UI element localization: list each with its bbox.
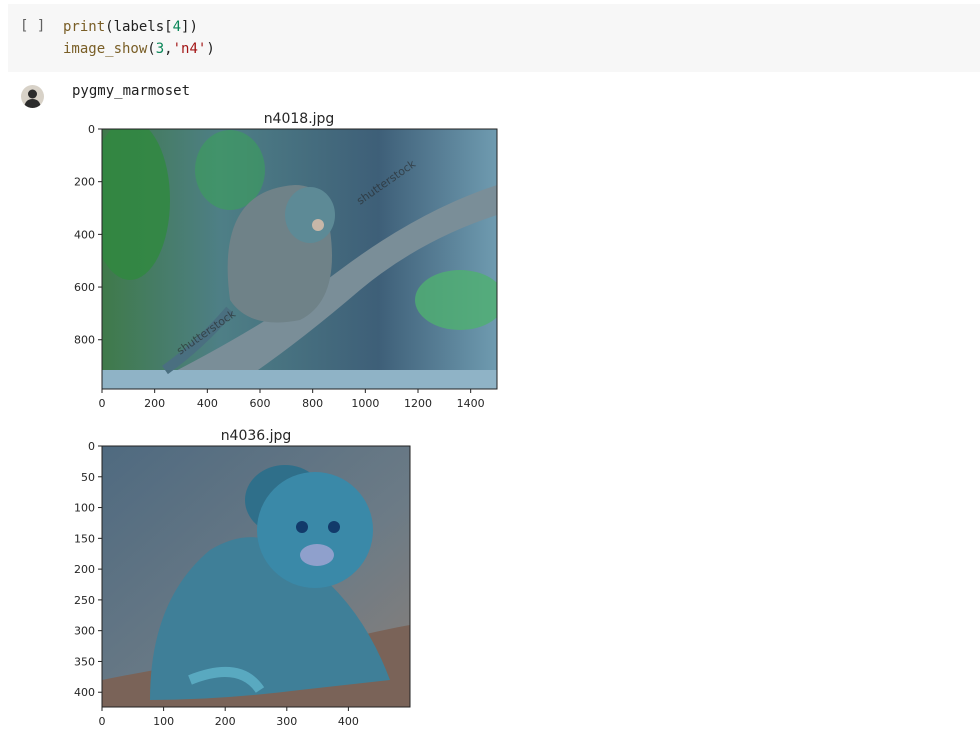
y-tick-label: 200 [74, 176, 95, 189]
y-tick-label: 400 [74, 686, 95, 699]
plot-title: n4018.jpg [264, 111, 335, 127]
x-tick-label: 600 [250, 397, 271, 410]
image-n4018: shutterstock shutterstock [102, 129, 497, 389]
x-tick-label: 200 [215, 715, 236, 728]
y-tick-label: 350 [74, 655, 95, 668]
y-tick-label: 50 [81, 471, 95, 484]
x-tick-label: 400 [197, 397, 218, 410]
x-tick-label: 800 [302, 397, 323, 410]
y-tick-label: 0 [88, 123, 95, 136]
y-tick-label: 200 [74, 563, 95, 576]
figure: shutterstock shutterstock n4018.jpg n403… [74, 111, 498, 728]
x-tick-label: 400 [338, 715, 359, 728]
x-tick-label: 300 [276, 715, 297, 728]
x-tick-label: 1200 [404, 397, 432, 410]
y-tick-label: 800 [74, 334, 95, 347]
x-tick-label: 1000 [351, 397, 379, 410]
x-tick-label: 100 [153, 715, 174, 728]
y-tick-label: 0 [88, 440, 95, 453]
y-tick-label: 150 [74, 532, 95, 545]
y-tick-label: 100 [74, 502, 95, 515]
y-tick-label: 300 [74, 625, 95, 638]
y-tick-label: 400 [74, 228, 95, 241]
y-tick-label: 600 [74, 281, 95, 294]
x-tick-label: 200 [144, 397, 165, 410]
x-tick-label: 0 [99, 397, 106, 410]
image-n4036 [102, 446, 410, 707]
plot-title: n4036.jpg [221, 428, 292, 444]
x-tick-label: 1400 [457, 397, 485, 410]
x-tick-label: 0 [99, 715, 106, 728]
y-tick-label: 250 [74, 594, 95, 607]
